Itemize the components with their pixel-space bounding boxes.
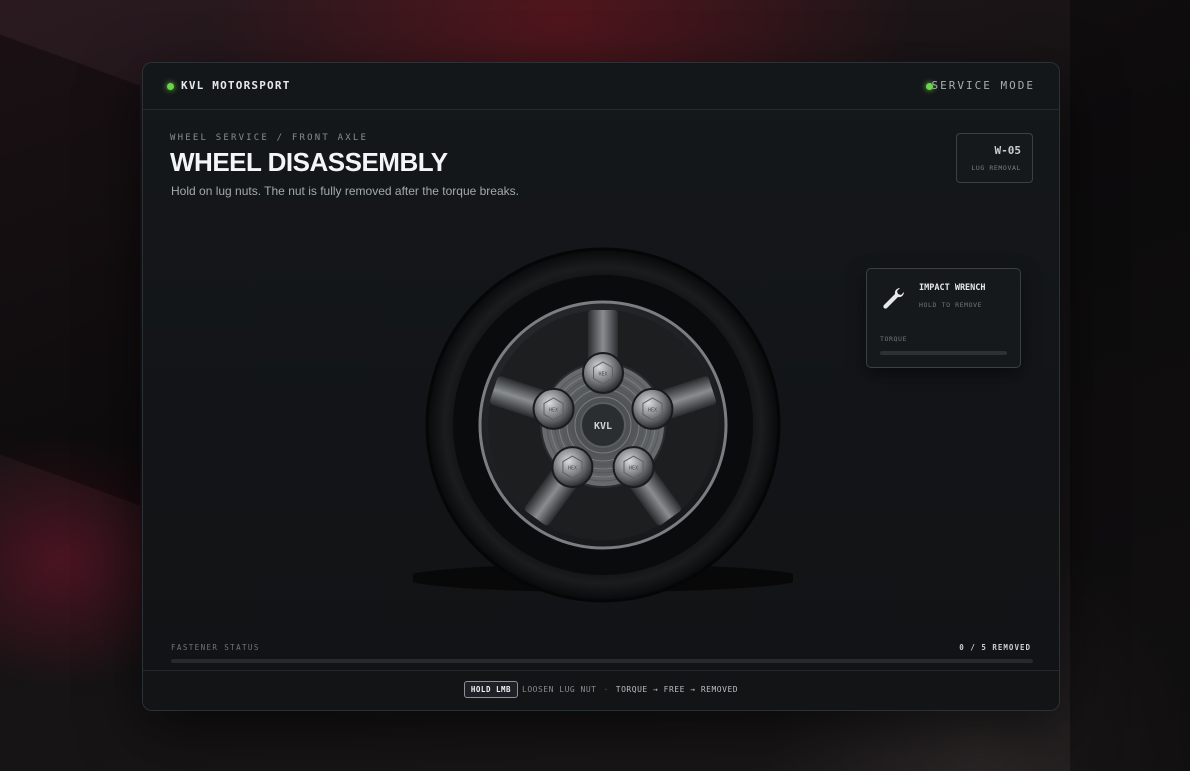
service-panel: KVL MOTORSPORT SERVICE MODE WHEEL SERVIC… [142, 62, 1060, 711]
background-shadow [0, 34, 140, 506]
lug-nut-label: HEX [648, 407, 657, 413]
background-shadow [1070, 0, 1190, 771]
wrench-icon [883, 287, 905, 309]
status-dot-icon [167, 83, 174, 90]
hint-separator: · [603, 685, 609, 694]
stage-code: W-05 [994, 144, 1022, 157]
key-hold-lmb: HOLD LMB [463, 681, 519, 698]
lug-nut-label: HEX [568, 466, 577, 472]
top-bar: KVL MOTORSPORT SERVICE MODE [143, 63, 1059, 110]
fastener-progress-bar [171, 659, 1033, 663]
lug-nut[interactable]: HEX [551, 446, 594, 489]
fastener-status-label: FASTENER STATUS [171, 643, 260, 652]
torque-bar [880, 351, 1007, 355]
page-title: WHEEL DISASSEMBLY [170, 147, 448, 177]
torque-label: TORQUE [880, 335, 908, 343]
breadcrumb: WHEEL SERVICE / FRONT AXLE [170, 133, 369, 143]
lug-nut[interactable]: HEX [582, 352, 624, 394]
lug-nut[interactable]: HEX [631, 387, 674, 430]
fastener-count: 0 / 5 REMOVED [959, 643, 1031, 652]
action-text: LOOSEN LUG NUT [522, 685, 597, 694]
lug-nut-label: HEX [549, 407, 558, 413]
tool-card: IMPACT WRENCH HOLD TO REMOVE TORQUE [866, 268, 1021, 368]
service-mode-label: SERVICE MODE [931, 79, 1035, 92]
center-cap-label: KVL [594, 421, 612, 432]
sequence-text: TORQUE → FREE → REMOVED [615, 685, 739, 694]
lug-nut-label: HEX [629, 466, 638, 472]
wheel-graphic: KVL HEX HEX HEX HEX HEX [403, 247, 803, 603]
brand-name: KVL MOTORSPORT [181, 79, 291, 92]
lug-nut-label: HEX [598, 372, 607, 378]
tool-hint: HOLD TO REMOVE [919, 301, 983, 309]
wheel-assembly: KVL HEX HEX HEX HEX HEX [403, 233, 803, 613]
page-subtitle: Hold on lug nuts. The nut is fully remov… [171, 184, 519, 198]
control-hint: HOLD LMB LOOSEN LUG NUT · TORQUE → FREE → R… [143, 681, 1059, 698]
footer-hints: HOLD LMB LOOSEN LUG NUT · TORQUE → FREE → R… [143, 670, 1059, 710]
stage-badge: W-05 LUG REMOVAL [956, 133, 1033, 183]
lug-nut[interactable]: HEX [532, 387, 575, 430]
lug-nut[interactable]: HEX [612, 446, 655, 489]
tool-name: IMPACT WRENCH [919, 283, 986, 293]
stage-label: LUG REMOVAL [971, 164, 1021, 172]
